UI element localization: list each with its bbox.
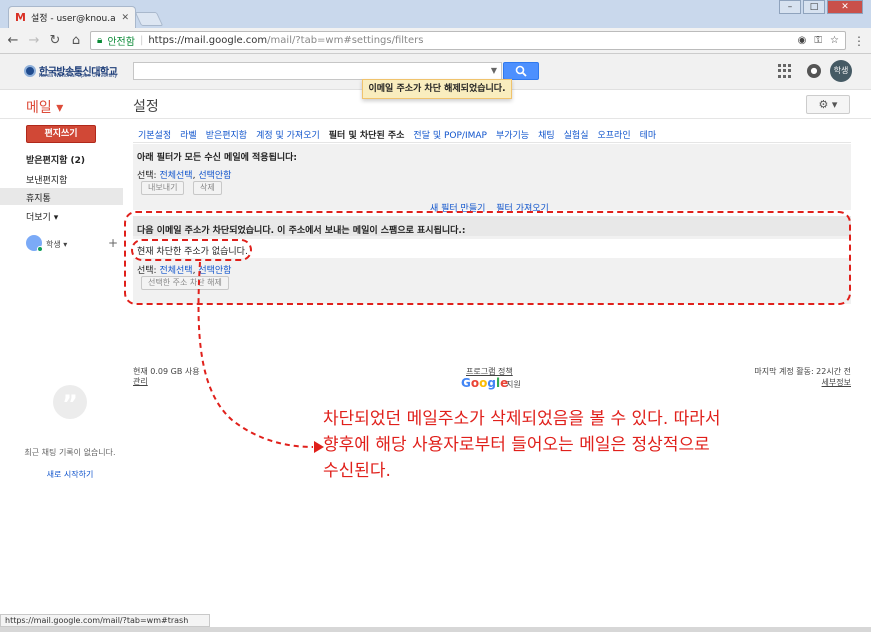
last-activity: 마지막 계정 활동: 22시간 전 bbox=[754, 367, 851, 376]
support-link[interactable]: 지원 bbox=[506, 379, 521, 390]
annotation-line-2: 향후에 해당 사용자로부터 들어오는 메일은 정상적으로 bbox=[323, 435, 710, 455]
google-logo: Google bbox=[461, 376, 509, 390]
annotation-line-3: 수신된다. bbox=[323, 461, 391, 481]
manage-link[interactable]: 관리 bbox=[133, 376, 148, 387]
annotation-text: 차단되었던 메일주소가 삭제되었음을 볼 수 있다. 따라서 향후에 해당 사용… bbox=[323, 406, 843, 484]
status-bar-url: https://mail.google.com/mail/?tab=wm#tra… bbox=[0, 614, 210, 627]
window-bottom-edge bbox=[0, 627, 871, 632]
annotation-line-1: 차단되었던 메일주소가 삭제되었음을 볼 수 있다. 따라서 bbox=[323, 409, 721, 429]
details-link[interactable]: 세부정보 bbox=[822, 377, 851, 388]
notification-toast: 이메일 주소가 차단 해제되었습니다. bbox=[362, 79, 512, 99]
